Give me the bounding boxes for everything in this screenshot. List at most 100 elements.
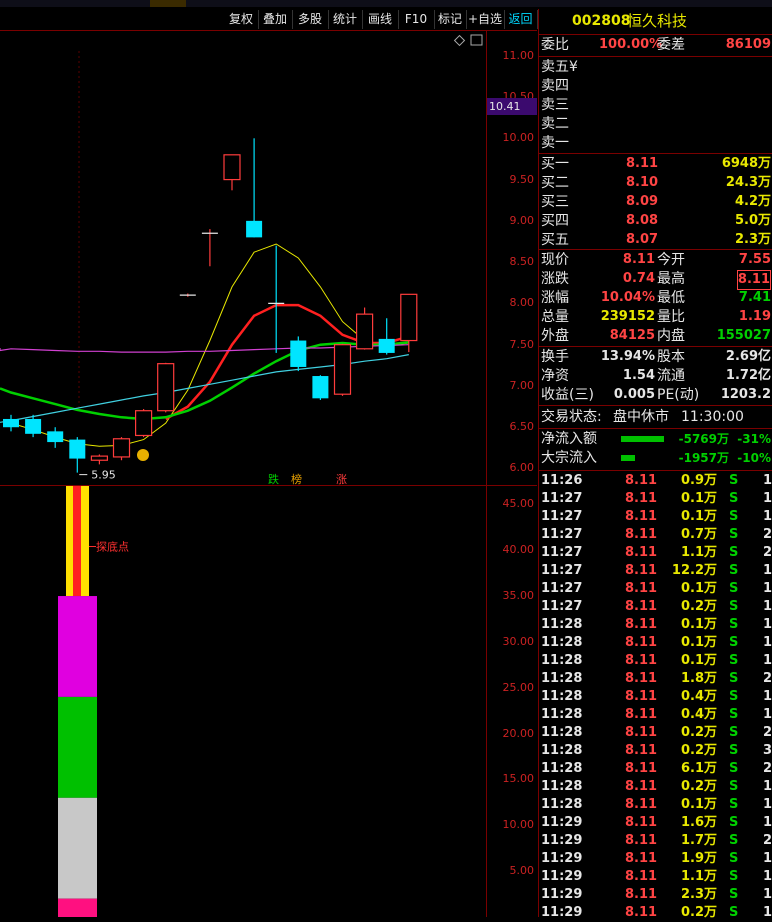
flow-value: -1957万	[678, 451, 729, 465]
trade-price: 8.11	[625, 743, 658, 758]
toolbar-button-2[interactable]: 多股	[292, 10, 329, 29]
candle	[268, 245, 285, 353]
trade-row[interactable]: 11:28 8.11 1.8万 S 2	[539, 670, 772, 688]
trade-row[interactable]: 11:28 8.11 0.4万 S 1	[539, 688, 772, 706]
buy-row: 买二 8.10 24.3万	[539, 174, 772, 192]
quote-row: 净资 1.54 流通 1.72亿	[539, 367, 772, 385]
indicator-chart[interactable]: 探底点	[0, 486, 487, 917]
trade-row[interactable]: 11:27 8.11 0.1万 S 1	[539, 508, 772, 526]
trade-row[interactable]: 11:27 8.11 0.1万 S 1	[539, 490, 772, 508]
toolbar-button-8[interactable]: 返回	[504, 10, 538, 29]
trade-side: S	[729, 905, 739, 920]
indicator-segment	[58, 898, 97, 917]
top-menu-strip	[0, 0, 772, 7]
y-tick: 6.00	[509, 461, 535, 475]
trade-row[interactable]: 11:27 8.11 0.2万 S 1	[539, 598, 772, 616]
annotation-label: 探底点	[96, 540, 129, 554]
stock-code: 002808	[572, 13, 631, 29]
trade-side: S	[729, 779, 739, 794]
tag-bang[interactable]: 榜	[291, 471, 302, 487]
trade-side: S	[729, 563, 739, 578]
sell-label: 卖五	[541, 59, 569, 75]
quote-label-2: 今开	[657, 252, 685, 268]
quote-row: 涨跌 0.74 最高 8.11	[539, 270, 772, 290]
trade-row[interactable]: 11:27 8.11 0.1万 S 1	[539, 580, 772, 598]
trade-row[interactable]: 11:28 8.11 0.1万 S 1	[539, 616, 772, 634]
trade-price: 8.11	[625, 797, 658, 812]
flow-bar	[621, 455, 635, 461]
trade-volume: 1.9万	[680, 851, 717, 866]
trade-row[interactable]: 11:27 8.11 1.1万 S 2	[539, 544, 772, 562]
sell-extra: ¥	[569, 59, 578, 75]
quote-label-2: PE(动)	[657, 387, 700, 403]
trade-row[interactable]: 11:28 8.11 0.4万 S 1	[539, 706, 772, 724]
trade-side: S	[729, 887, 739, 902]
tag-die[interactable]: 跌	[268, 471, 279, 487]
trade-row[interactable]: 11:29 8.11 1.6万 S 1	[539, 814, 772, 832]
quote-value: 8.11	[622, 252, 655, 267]
trade-side: S	[729, 527, 739, 542]
toolbar-button-6[interactable]: 标记	[434, 10, 467, 29]
trade-price: 8.11	[625, 707, 658, 722]
trade-time: 11:27	[541, 563, 583, 578]
toolbar-button-3[interactable]: 统计	[328, 10, 363, 29]
buy-row: 买四 8.08 5.0万	[539, 212, 772, 230]
trade-row[interactable]: 11:29 8.11 1.9万 S 1	[539, 850, 772, 868]
trade-row[interactable]: 11:27 8.11 0.7万 S 2	[539, 526, 772, 544]
trade-row[interactable]: 11:28 8.11 0.1万 S 1	[539, 634, 772, 652]
trade-row[interactable]: 11:26 8.11 0.9万 S 1	[539, 472, 772, 490]
trade-row[interactable]: 11:29 8.11 1.1万 S 1	[539, 868, 772, 886]
trade-side: S	[729, 725, 739, 740]
low-price-label: 5.95	[91, 469, 116, 482]
trade-count: 1	[763, 635, 772, 650]
quote-value: 1.54	[622, 368, 655, 383]
trade-volume: 2.3万	[680, 887, 717, 902]
trade-price: 8.11	[625, 635, 658, 650]
trade-count: 1	[763, 689, 772, 704]
toolbar-button-0[interactable]: 复权	[224, 10, 259, 29]
window-icon	[470, 34, 483, 46]
trade-row[interactable]: 11:29 8.11 1.7万 S 2	[539, 832, 772, 850]
trade-row[interactable]: 11:28 8.11 0.2万 S 3	[539, 742, 772, 760]
kline-chart[interactable]: 5.95	[0, 31, 487, 485]
quote-label-2: 量比	[657, 309, 685, 325]
trade-side: S	[729, 653, 739, 668]
toolbar-button-7[interactable]: +自选	[466, 10, 505, 29]
quote-row: 收益(三) 0.005 PE(动) 1203.2	[539, 386, 772, 404]
trade-count: 2	[763, 527, 772, 542]
trade-row[interactable]: 11:28 8.11 0.2万 S 1	[539, 778, 772, 796]
trade-price: 8.11	[625, 491, 658, 506]
trade-time: 11:27	[541, 581, 583, 596]
toolbar-button-4[interactable]: 画线	[362, 10, 399, 29]
buy-row: 买一 8.11 6948万	[539, 155, 772, 173]
trade-count: 1	[763, 653, 772, 668]
trade-count: 1	[763, 887, 772, 902]
tag-zhang[interactable]: 涨	[336, 471, 347, 487]
trade-price: 8.11	[625, 653, 658, 668]
trade-volume: 0.1万	[680, 635, 717, 650]
trade-time: 11:27	[541, 491, 583, 506]
trade-row[interactable]: 11:28 8.11 0.1万 S 1	[539, 796, 772, 814]
trade-side: S	[729, 581, 739, 596]
trade-row[interactable]: 11:28 8.11 0.1万 S 1	[539, 652, 772, 670]
trade-volume: 0.1万	[680, 797, 717, 812]
trade-row[interactable]: 11:29 8.11 0.2万 S 1	[539, 904, 772, 922]
trade-time: 11:29	[541, 851, 583, 866]
trade-time: 11:29	[541, 833, 583, 848]
trade-row[interactable]: 11:27 8.11 12.2万 S 1	[539, 562, 772, 580]
quote-value: 0.005	[613, 387, 655, 402]
trade-side: S	[729, 617, 739, 632]
toolbar-button-5[interactable]: F10	[398, 10, 435, 29]
sell-row: 卖二	[539, 115, 772, 133]
flow-pct: -10%	[737, 451, 771, 465]
trade-row[interactable]: 11:28 8.11 0.2万 S 2	[539, 724, 772, 742]
quote-label: 换手	[541, 349, 569, 365]
trade-price: 8.11	[625, 599, 658, 614]
trade-side: S	[729, 509, 739, 524]
trade-row[interactable]: 11:29 8.11 2.3万 S 1	[539, 886, 772, 904]
quote-row: 外盘 84125 内盘 155027	[539, 327, 772, 345]
toolbar-button-1[interactable]: 叠加	[258, 10, 293, 29]
trade-row[interactable]: 11:28 8.11 6.1万 S 2	[539, 760, 772, 778]
flow-row: 大宗流入 -1957万 -10%	[539, 449, 772, 467]
stock-header: 002808 恒久科技	[539, 12, 772, 32]
